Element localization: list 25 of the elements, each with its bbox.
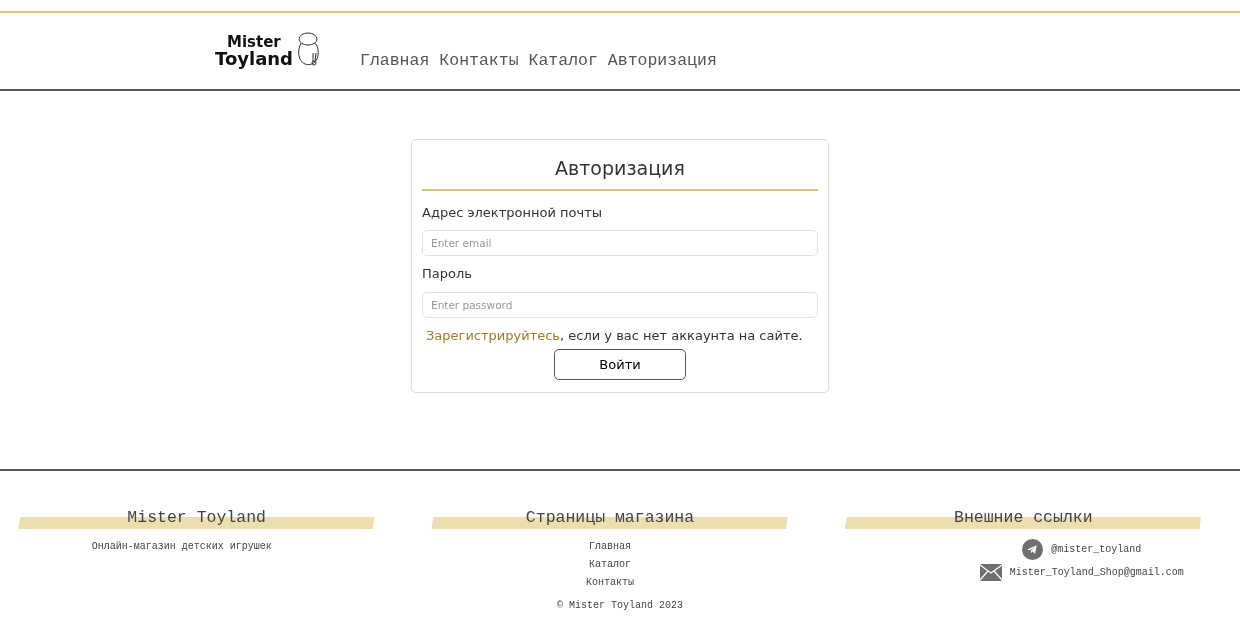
nav-link[interactable]: Авторизация	[607, 48, 717, 74]
register-hint: Зарегистрируйтесь, если у вас нет аккаунта на сайте.	[425, 326, 804, 345]
telegram-icon[interactable]	[1022, 539, 1044, 560]
contact-link[interactable]: @mister_toyland	[1051, 542, 1142, 557]
nav-link[interactable]: Контакты	[439, 48, 519, 74]
footer-text: Онлайн-магазин детских игрушек	[91, 540, 272, 554]
field-label: Адрес электронной почты	[422, 203, 603, 222]
nav-link[interactable]: Каталог	[528, 48, 598, 74]
card-title: Авторизация	[422, 154, 818, 191]
footer-heading: Mister Toyland	[18, 509, 376, 529]
mail-icon[interactable]	[979, 564, 1002, 581]
footer-link[interactable]: Главная	[589, 539, 631, 554]
copyright: © Mister Toyland 2023	[556, 599, 684, 613]
field-label: Пароль	[422, 265, 473, 283]
footer-heading: Внешние ссылки	[844, 509, 1202, 529]
logo[interactable]: Mister Toyland	[215, 35, 323, 67]
register-link[interactable]: Зарегистрируйтесь	[426, 327, 561, 343]
password-field[interactable]: Enter password	[422, 291, 818, 318]
footer-link[interactable]: Контакты	[586, 575, 634, 590]
login-button[interactable]: Войти	[554, 349, 686, 380]
contact-link[interactable]: Mister_Toyland_Shop@gmail.com	[1009, 565, 1184, 580]
footer-heading: Страницы магазина	[431, 509, 789, 529]
email-field[interactable]: Enter email	[422, 230, 818, 256]
nav-link[interactable]: Главная	[360, 48, 430, 74]
footer-link[interactable]: Каталог	[589, 557, 631, 572]
